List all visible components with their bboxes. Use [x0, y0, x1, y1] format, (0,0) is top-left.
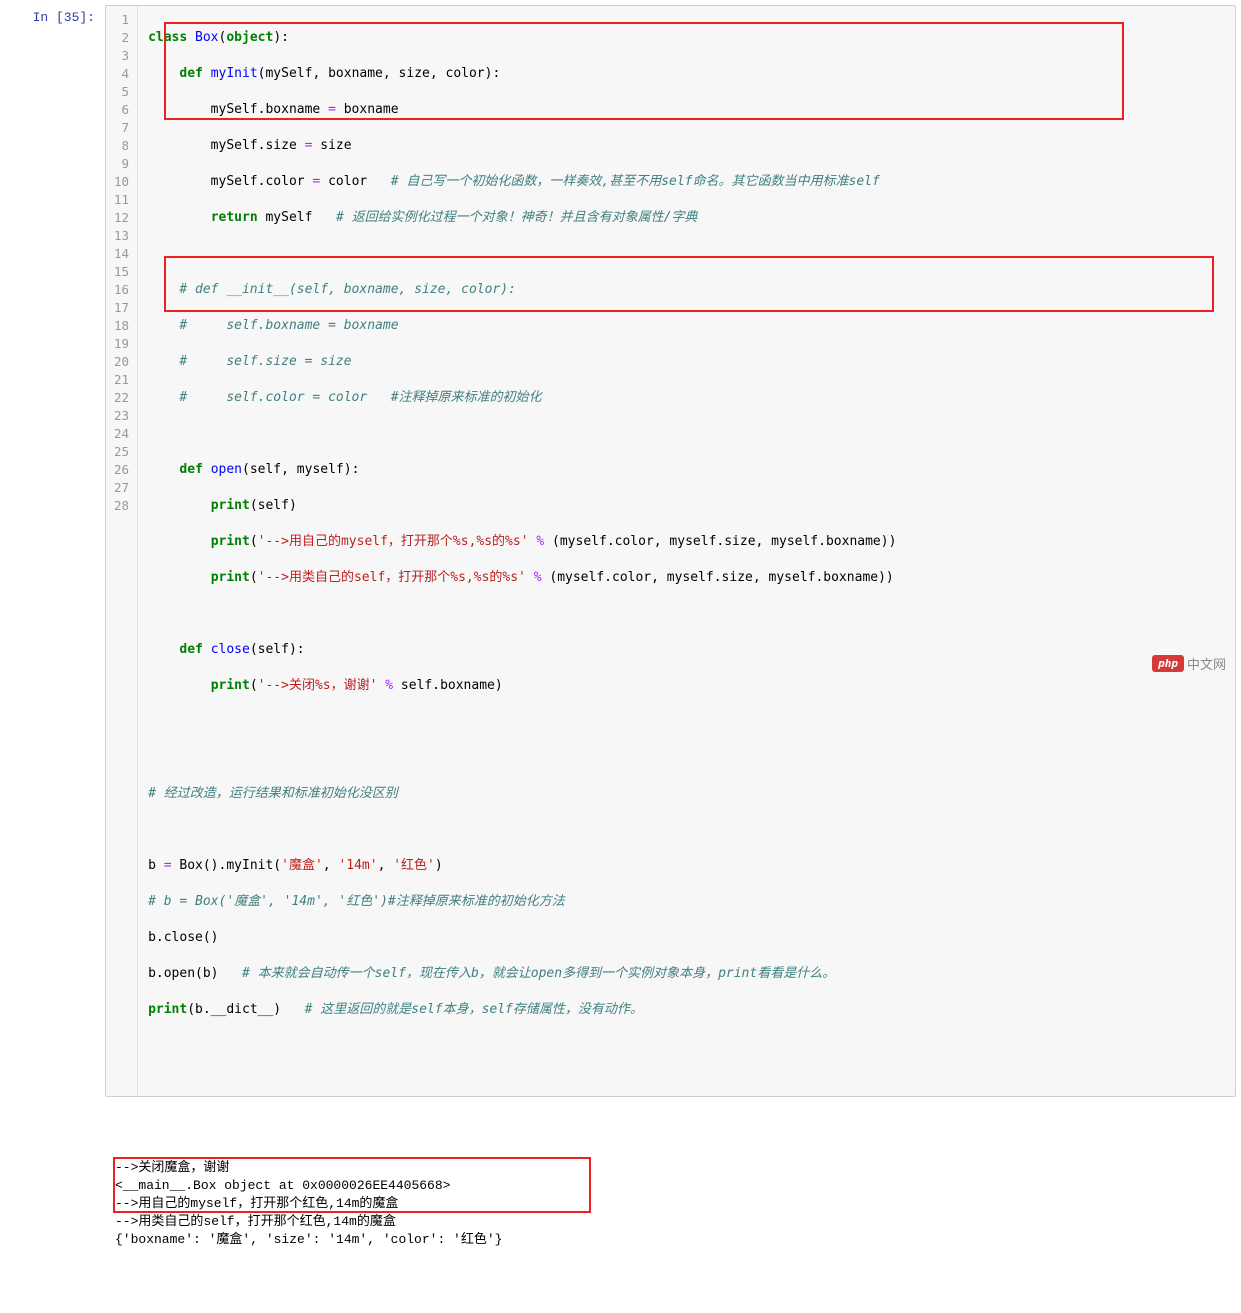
line-number: 3 [114, 47, 129, 65]
line-number: 27 [114, 479, 129, 497]
line-number: 15 [114, 263, 129, 281]
line-number: 2 [114, 29, 129, 47]
line-number: 23 [114, 407, 129, 425]
line-number: 10 [114, 173, 129, 191]
line-number: 14 [114, 245, 129, 263]
output-line: -->关闭魔盒，谢谢 [115, 1160, 229, 1175]
code-cell: In [35]: 1 2 3 4 5 6 7 8 9 10 11 12 13 1… [5, 5, 1236, 1097]
line-number: 19 [114, 335, 129, 353]
line-number: 28 [114, 497, 129, 515]
line-number: 8 [114, 137, 129, 155]
line-number: 4 [114, 65, 129, 83]
watermark: php 中文网 [1152, 654, 1226, 673]
prompt-label: In [35]: [33, 10, 95, 25]
watermark-text: 中文网 [1187, 654, 1226, 673]
line-number: 20 [114, 353, 129, 371]
line-number: 17 [114, 299, 129, 317]
output-line: -->用类自己的self，打开那个红色,14m的魔盒 [115, 1214, 396, 1229]
code-body[interactable]: class Box(object): def myInit(mySelf, bo… [138, 6, 1235, 1096]
line-number: 16 [114, 281, 129, 299]
line-number: 22 [114, 389, 129, 407]
code-editor[interactable]: 1 2 3 4 5 6 7 8 9 10 11 12 13 14 15 16 1… [105, 5, 1236, 1097]
line-number: 1 [114, 11, 129, 29]
watermark-badge: php [1152, 655, 1184, 672]
line-number: 21 [114, 371, 129, 389]
output-line: {'boxname': '魔盒', 'size': '14m', 'color'… [115, 1232, 502, 1247]
line-number: 24 [114, 425, 129, 443]
line-number: 5 [114, 83, 129, 101]
line-number: 26 [114, 461, 129, 479]
line-gutter: 1 2 3 4 5 6 7 8 9 10 11 12 13 14 15 16 1… [106, 6, 138, 1096]
input-prompt: In [35]: [5, 5, 105, 30]
line-number: 11 [114, 191, 129, 209]
line-number: 12 [114, 209, 129, 227]
line-number: 9 [114, 155, 129, 173]
line-number: 6 [114, 101, 129, 119]
output-line: -->用自己的myself，打开那个红色,14m的魔盒 [115, 1196, 398, 1211]
output-line: <__main__.Box object at 0x0000026EE44056… [115, 1178, 450, 1193]
line-number: 25 [114, 443, 129, 461]
line-number: 18 [114, 317, 129, 335]
line-number: 7 [114, 119, 129, 137]
output-area: -->关闭魔盒，谢谢 <__main__.Box object at 0x000… [105, 1097, 1236, 1308]
line-number: 13 [114, 227, 129, 245]
